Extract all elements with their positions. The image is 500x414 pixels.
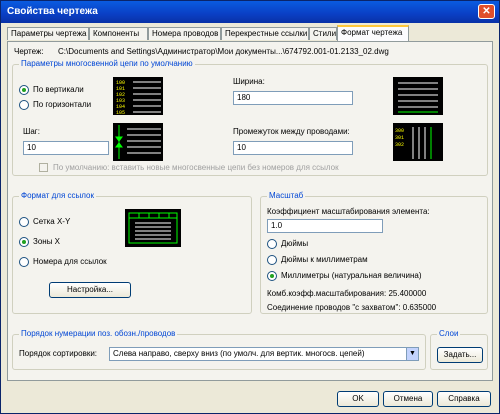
tab-components[interactable]: Компоненты <box>89 27 148 40</box>
tab-wire-numbers[interactable]: Номера проводов <box>148 27 221 40</box>
drawing-path: C:\Documents and Settings\Администратор\… <box>58 47 389 56</box>
default-no-ref-label: По умолчанию: вставить новые многосвенны… <box>53 163 339 172</box>
zones-preview <box>125 209 181 247</box>
window-title: Свойства чертежа <box>7 6 98 17</box>
ok-button[interactable]: OK <box>337 391 379 407</box>
tab-panel: Чертеж: C:\Documents and Settings\Админи… <box>7 41 493 381</box>
refformat-title: Формат для ссылок <box>19 191 96 200</box>
layers-title: Слои <box>437 329 461 338</box>
step-input[interactable]: 10 <box>23 141 109 155</box>
numbering-title: Порядок нумерации поз. обозн./проводов <box>19 329 178 338</box>
step-label: Шаг: <box>23 127 40 136</box>
mm-radio[interactable] <box>267 271 277 281</box>
sort-value: Слева направо, сверху вниз (по умолч. дл… <box>113 349 365 358</box>
vertical-label: По вертикали <box>33 85 84 94</box>
xy-grid-label: Сетка X-Y <box>33 217 71 226</box>
inches-mm-label: Дюймы к миллиметрам <box>281 255 368 264</box>
tab-drawing-format[interactable]: Формат чертежа <box>337 25 409 41</box>
svg-text:301: 301 <box>395 135 404 141</box>
tab-drawing-params[interactable]: Параметры чертежа <box>7 27 89 40</box>
layers-set-button[interactable]: Задать... <box>437 347 483 363</box>
svg-text:105: 105 <box>116 110 125 115</box>
gap-preview: 300 301 302 <box>393 123 443 161</box>
ref-numbers-radio[interactable] <box>19 257 29 267</box>
cancel-button[interactable]: Отмена <box>383 391 433 407</box>
inches-radio[interactable] <box>267 239 277 249</box>
svg-text:300: 300 <box>395 128 404 134</box>
svg-text:302: 302 <box>395 142 404 148</box>
setup-button[interactable]: Настройка... <box>49 282 131 298</box>
ref-numbers-label: Номера для ссылок <box>33 257 107 266</box>
x-zones-radio[interactable] <box>19 237 29 247</box>
connection-text: Соединение проводов "с захватом": 0.6350… <box>267 303 437 312</box>
layers-group: Слои Задать... <box>430 329 488 370</box>
multiwire-group: Параметры многосвенной цепи по умолчанию… <box>12 59 488 176</box>
horizontal-radio[interactable] <box>19 100 29 110</box>
xy-grid-radio[interactable] <box>19 217 29 227</box>
factor-label: Коэффициент масштабирования элемента: <box>267 207 430 216</box>
properties-window: Свойства чертежа ✕ Параметры чертежа Ком… <box>0 0 500 414</box>
default-no-ref-checkbox[interactable] <box>39 163 48 172</box>
sort-label: Порядок сортировки: <box>19 349 98 358</box>
horizontal-label: По горизонтали <box>33 100 92 109</box>
scale-title: Масштаб <box>267 191 306 200</box>
chevron-down-icon[interactable]: ▼ <box>406 348 418 360</box>
close-icon: ✕ <box>482 6 491 17</box>
sort-select[interactable]: Слева направо, сверху вниз (по умолч. дл… <box>109 347 419 361</box>
x-zones-label: Зоны X <box>33 237 61 246</box>
width-input[interactable]: 180 <box>233 91 353 105</box>
inches-mm-radio[interactable] <box>267 255 277 265</box>
refformat-group: Формат для ссылок Сетка X-Y Зоны X Номер… <box>12 191 252 314</box>
factor-input[interactable]: 1.0 <box>267 219 383 233</box>
numbering-group: Порядок нумерации поз. обозн./проводов П… <box>12 329 426 370</box>
vertical-radio[interactable] <box>19 85 29 95</box>
tab-cross-refs[interactable]: Перекрестные ссылки <box>221 27 309 40</box>
gap-input[interactable]: 10 <box>233 141 353 155</box>
tab-styles[interactable]: Стили <box>309 27 337 40</box>
help-button[interactable]: Справка <box>437 391 491 407</box>
step-preview <box>113 123 163 161</box>
title-bar: Свойства чертежа ✕ <box>1 1 499 23</box>
mm-label: Миллиметры (натуральная величина) <box>281 271 422 280</box>
vertical-preview: 100 101 102 103 104 105 <box>113 77 163 116</box>
inches-label: Дюймы <box>281 239 309 248</box>
gap-label: Промежуток между проводами: <box>233 127 350 136</box>
close-button[interactable]: ✕ <box>478 4 495 19</box>
combined-scale-text: Комб.коэфф.масштабирования: 25.400000 <box>267 289 427 298</box>
width-preview <box>393 77 443 115</box>
scale-group: Масштаб Коэффициент масштабирования элем… <box>260 191 488 314</box>
drawing-label: Чертеж: <box>14 47 44 56</box>
multiwire-title: Параметры многосвенной цепи по умолчанию <box>19 59 195 68</box>
width-label: Ширина: <box>233 77 265 86</box>
